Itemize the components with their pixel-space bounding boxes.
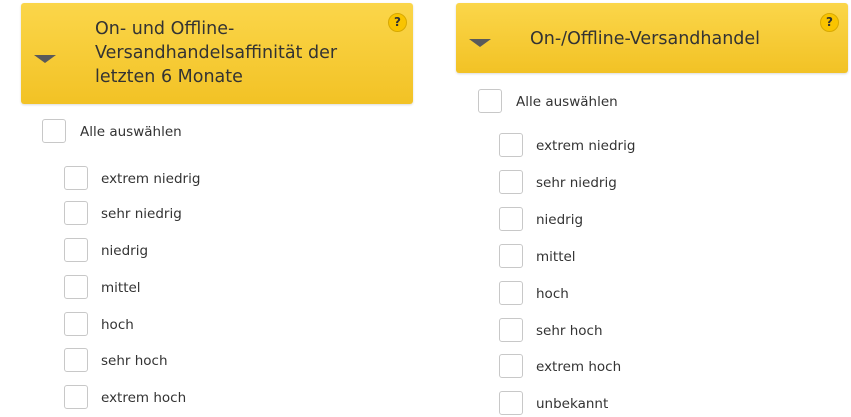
option-label: sehr hoch <box>536 323 603 339</box>
option-label: hoch <box>536 286 569 302</box>
checkbox[interactable] <box>64 312 88 336</box>
checkbox[interactable] <box>64 201 88 225</box>
checkbox[interactable] <box>499 391 523 415</box>
checkbox[interactable] <box>499 170 523 194</box>
right-panel-header[interactable]: On-/Offline-Versandhandel ? <box>456 3 848 73</box>
option-label: niedrig <box>536 212 584 228</box>
option-label: extrem hoch <box>536 359 622 375</box>
checkbox[interactable] <box>499 354 523 378</box>
option-label: hoch <box>101 317 134 333</box>
option-label: sehr hoch <box>101 353 168 369</box>
checkbox[interactable] <box>42 119 66 143</box>
chevron-down-icon[interactable] <box>34 55 56 63</box>
chevron-down-icon[interactable] <box>469 39 491 47</box>
checkbox[interactable] <box>499 133 523 157</box>
checkbox[interactable] <box>64 238 88 262</box>
option-label: sehr niedrig <box>536 175 617 191</box>
select-all-label: Alle auswählen <box>80 124 182 140</box>
option-label: niedrig <box>101 243 149 259</box>
option-label: sehr niedrig <box>101 206 182 222</box>
checkbox[interactable] <box>499 244 523 268</box>
checkbox[interactable] <box>499 281 523 305</box>
help-icon[interactable]: ? <box>388 13 407 32</box>
option-label: extrem niedrig <box>101 171 201 187</box>
left-panel-header[interactable]: On- und Offline- Versandhandelsaffinität… <box>21 3 413 104</box>
checkbox[interactable] <box>64 166 88 190</box>
option-label: extrem niedrig <box>536 138 636 154</box>
left-title-line-2: Versandhandelsaffinität der <box>95 43 338 63</box>
right-panel-title: On-/Offline-Versandhandel <box>530 29 761 49</box>
checkbox[interactable] <box>64 385 88 409</box>
option-label: unbekannt <box>536 396 609 412</box>
select-all-label: Alle auswählen <box>516 94 618 110</box>
left-title-line-3: letzten 6 Monate <box>95 67 243 87</box>
left-filter-panel: On- und Offline- Versandhandelsaffinität… <box>0 0 430 413</box>
help-icon[interactable]: ? <box>820 13 839 32</box>
right-filter-panel: On-/Offline-Versandhandel ? Alle auswähl… <box>430 0 851 415</box>
option-label: mittel <box>101 280 141 296</box>
option-label: extrem hoch <box>101 390 187 406</box>
checkbox[interactable] <box>478 89 502 113</box>
checkbox[interactable] <box>499 318 523 342</box>
left-title-line-1: On- und Offline- <box>95 19 235 39</box>
checkbox[interactable] <box>64 275 88 299</box>
left-panel-title: On- und Offline- Versandhandelsaffinität… <box>95 17 337 89</box>
checkbox[interactable] <box>499 207 523 231</box>
option-label: mittel <box>536 249 576 265</box>
checkbox[interactable] <box>64 348 88 372</box>
